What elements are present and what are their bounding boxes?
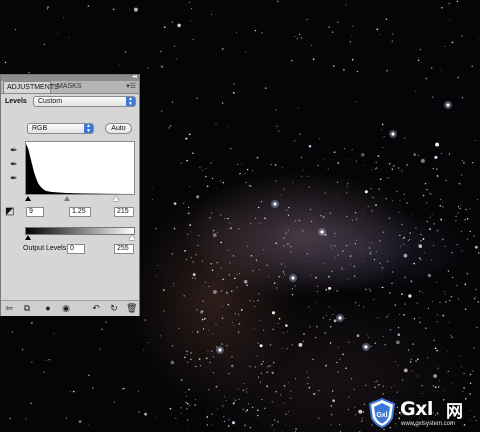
- shield-logo-icon: Gxl: [368, 398, 396, 428]
- watermark-brand: Gxl: [400, 398, 433, 420]
- return-to-list-icon[interactable]: ⇦: [4, 303, 14, 313]
- gray-point-eyedropper-icon[interactable]: ✒: [10, 159, 18, 169]
- reset-icon[interactable]: ↻: [109, 303, 119, 313]
- delete-icon[interactable]: 🗑: [126, 303, 137, 313]
- output-levels-slider[interactable]: [25, 235, 135, 241]
- collapse-icon[interactable]: ◂◂: [132, 73, 137, 80]
- white-point-eyedropper-icon[interactable]: ✒: [10, 173, 18, 183]
- output-white-handle[interactable]: [129, 235, 135, 240]
- watermark-chinese: 网: [446, 402, 463, 421]
- preset-value: Custom: [38, 98, 63, 105]
- input-white-handle[interactable]: [113, 196, 119, 201]
- input-gamma-field[interactable]: 1.25: [69, 207, 91, 217]
- output-gradient-bar: [25, 227, 135, 235]
- auto-button[interactable]: Auto: [105, 123, 132, 134]
- input-black-handle[interactable]: [25, 196, 31, 201]
- levels-label: Levels: [5, 98, 27, 105]
- input-levels-slider[interactable]: [25, 196, 135, 202]
- output-white-field[interactable]: 255: [114, 244, 134, 254]
- clip-to-layer-icon[interactable]: ●: [43, 303, 53, 313]
- panel-menu-icon[interactable]: ▾☰: [126, 83, 136, 90]
- tab-masks[interactable]: MASKS: [54, 81, 85, 93]
- select-arrows-icon: ▲ ▼: [84, 124, 93, 133]
- input-black-field[interactable]: 9: [26, 207, 44, 217]
- output-black-field[interactable]: 0: [67, 244, 85, 254]
- black-point-eyedropper-icon[interactable]: ✒: [10, 145, 18, 155]
- channel-value: RGB: [32, 125, 48, 132]
- watermark-url: www.gxlsystem.com: [401, 421, 456, 427]
- panel-tabs: ADJUSTMENTS MASKS ▾☰: [1, 81, 139, 94]
- output-black-handle[interactable]: [25, 235, 31, 240]
- output-levels-label: Output Levels:: [23, 245, 69, 252]
- histogram-graph: [26, 144, 134, 194]
- input-gamma-handle[interactable]: [64, 196, 70, 201]
- view-previous-state-icon[interactable]: ↶: [91, 303, 101, 313]
- preset-select[interactable]: Custom ▲ ▼: [33, 96, 136, 107]
- tab-adjustments[interactable]: ADJUSTMENTS: [3, 81, 59, 93]
- select-arrows-icon: ▲ ▼: [126, 97, 135, 106]
- adjustments-panel: ◂◂ ADJUSTMENTS MASKS ▾☰ Levels Custom ▲ ▼…: [0, 74, 140, 316]
- channel-select[interactable]: RGB ▲ ▼: [27, 123, 94, 134]
- panel-bottom-bar: ⇦ ⧉ ● ◉ ↶ ↻ 🗑: [1, 300, 139, 316]
- watermark: Gxl Gxl 网 www.gxlsystem.com: [364, 394, 480, 432]
- input-white-field[interactable]: 215: [114, 207, 134, 217]
- histogram: [25, 141, 135, 195]
- clip-warning-icon[interactable]: ◩: [5, 206, 14, 217]
- expand-view-icon[interactable]: ⧉: [22, 303, 32, 313]
- visibility-eye-icon[interactable]: ◉: [61, 303, 71, 313]
- svg-text:Gxl: Gxl: [376, 412, 387, 419]
